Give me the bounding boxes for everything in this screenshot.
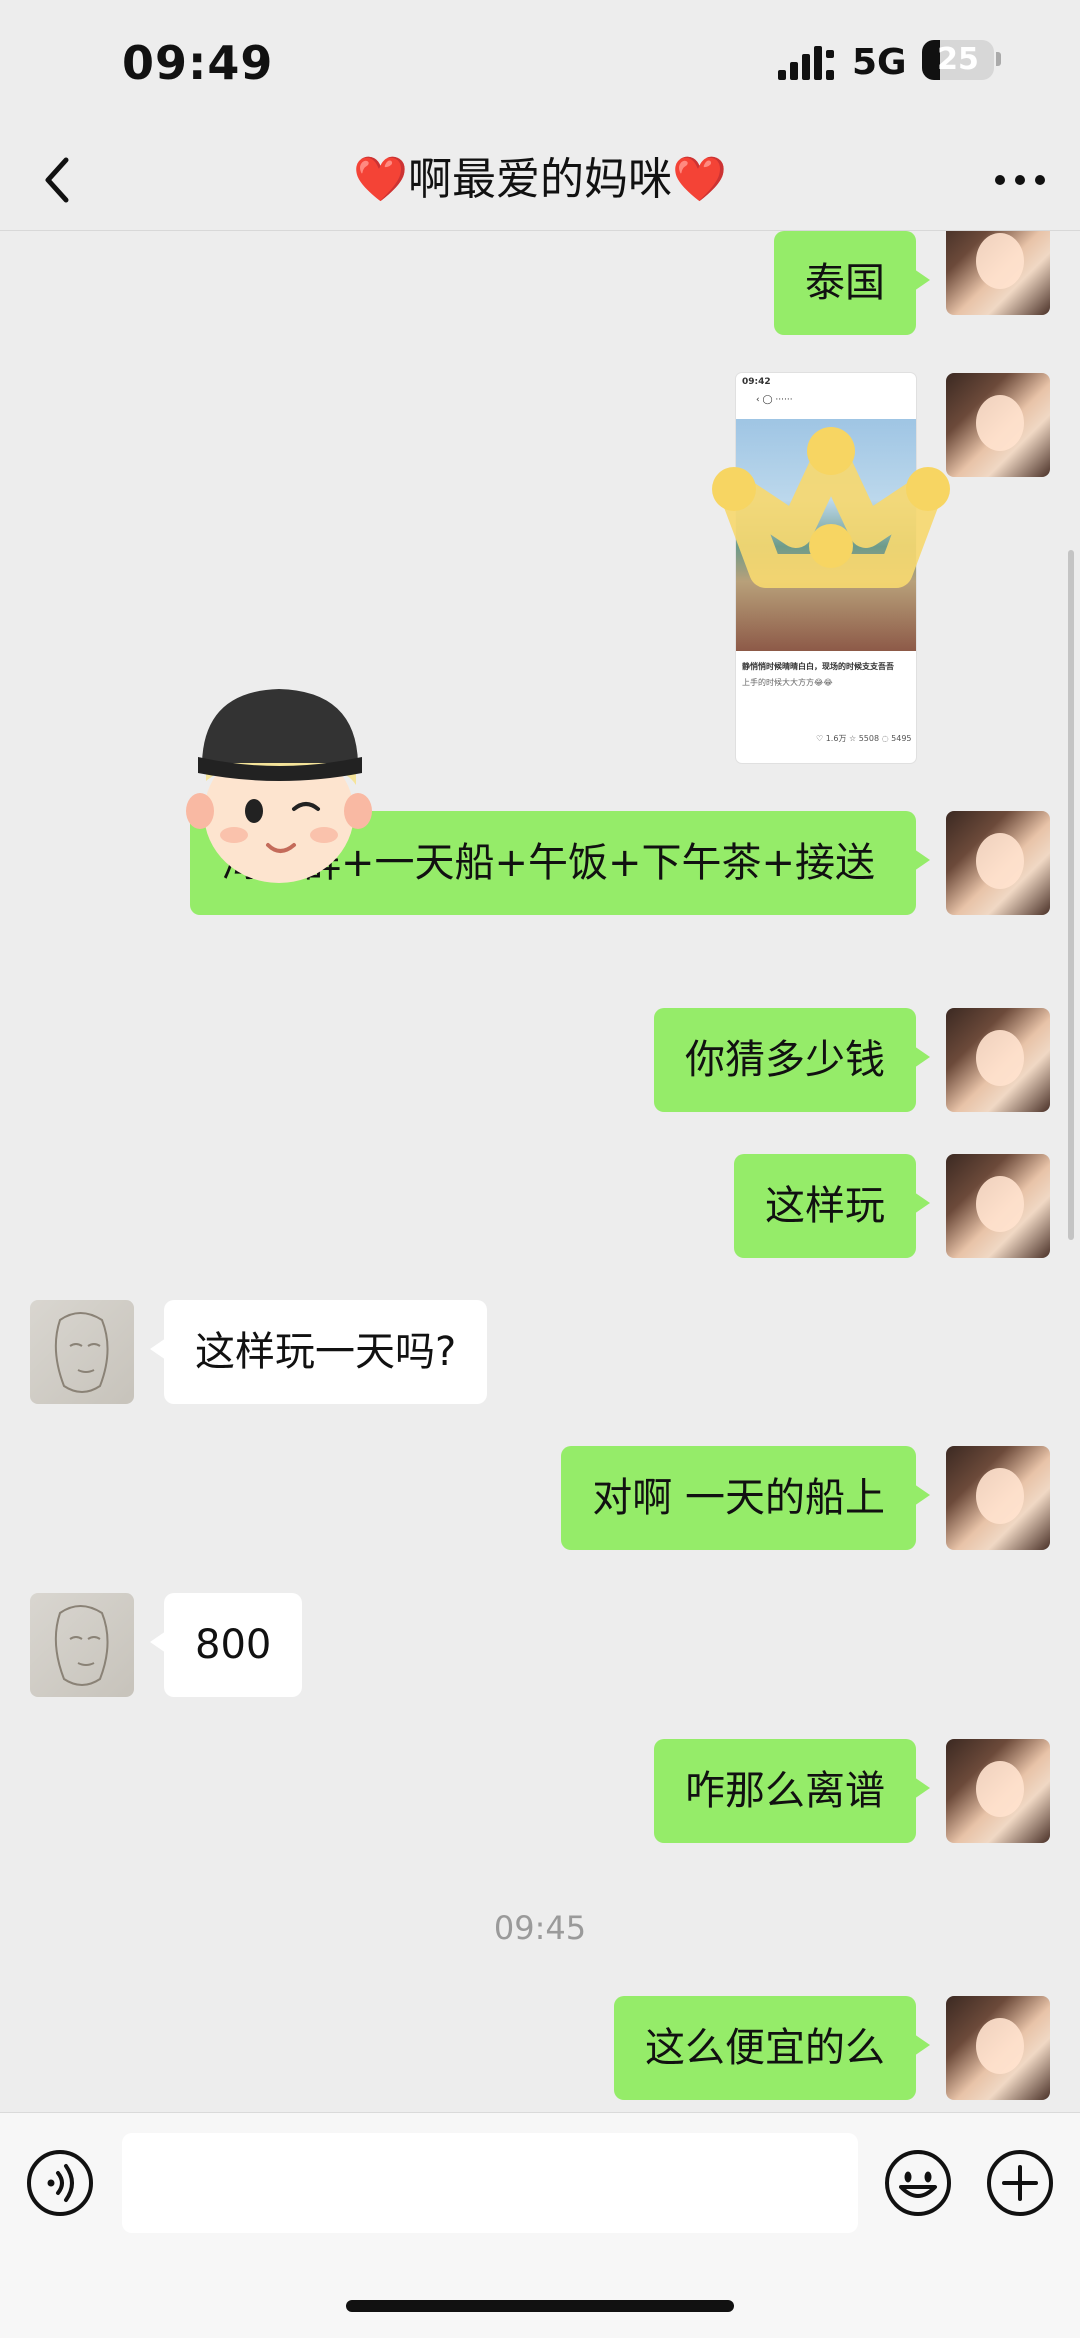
- message-row: 海岛群+一天船+午饭+下午茶+接送: [0, 811, 1080, 981]
- shot-subcaption: 上手的时候大大方方😂😂: [742, 678, 833, 687]
- crown-sticker-icon: [712, 427, 950, 588]
- message-bubble-sent[interactable]: 这么便宜的么: [614, 1996, 930, 2100]
- message-bubble-sent[interactable]: 这样玩: [734, 1154, 930, 1258]
- message-row: 对啊 一天的船上: [0, 1446, 1080, 1556]
- shot-comments: 5495: [891, 734, 912, 743]
- emoji-icon[interactable]: [882, 2147, 954, 2219]
- shot-caption: 静悄悄时候晴晴白白，现场的时候支支吾吾: [742, 662, 894, 671]
- shot-likes: 1.6万: [825, 734, 847, 743]
- message-bubble-sent[interactable]: 对啊 一天的船上: [561, 1446, 930, 1550]
- voice-icon[interactable]: [24, 2147, 96, 2219]
- battery-icon: 25: [922, 40, 994, 80]
- scrollbar[interactable]: [1068, 550, 1074, 1240]
- message-row: 这么便宜的么: [0, 1996, 1080, 2106]
- avatar-self[interactable]: [946, 1739, 1050, 1843]
- signal-icon: [778, 46, 834, 80]
- shot-time: 09:42: [742, 377, 771, 387]
- avatar-self[interactable]: [946, 1446, 1050, 1550]
- status-time: 09:49: [122, 36, 274, 90]
- shot-stars: 5508: [858, 734, 880, 743]
- boy-sticker-icon: [186, 689, 372, 883]
- message-row: 这样玩一天吗?: [0, 1300, 1080, 1410]
- chat-title: ❤️啊最爱的妈咪❤️: [180, 148, 900, 212]
- sketch-face-icon: [54, 1312, 109, 1393]
- avatar-self[interactable]: [946, 1008, 1050, 1112]
- avatar-contact[interactable]: [30, 1593, 134, 1697]
- message-row: 这样玩: [0, 1154, 1080, 1264]
- avatar-self[interactable]: [946, 811, 1050, 915]
- avatar-self[interactable]: [946, 1996, 1050, 2100]
- shot-stats: ♡ 1.6万 ☆ 5508 ◌ 5495: [816, 734, 912, 743]
- message-bubble-sent[interactable]: 你猜多少钱: [654, 1008, 930, 1112]
- heart-right: ❤️: [672, 154, 727, 205]
- heart-left: ❤️: [353, 154, 408, 205]
- message-row: 你猜多少钱: [0, 1008, 1080, 1118]
- status-bar: 09:49 5G 25: [0, 0, 1080, 130]
- message-bubble-sent[interactable]: 咋那么离谱: [654, 1739, 930, 1843]
- message-list[interactable]: 泰国 09:42 ‹ ◯ ······ 静悄悄时候晴晴白白，现场的时候支支吾吾 …: [0, 231, 1080, 2111]
- sketch-face-icon: [54, 1605, 109, 1686]
- avatar-contact[interactable]: [30, 1300, 134, 1404]
- battery-cap: [996, 52, 1001, 66]
- contact-name: 啊最爱的妈咪: [408, 154, 672, 205]
- home-indicator[interactable]: [346, 2300, 734, 2312]
- chevron-left-icon[interactable]: [30, 148, 90, 212]
- more-dots-icon[interactable]: [990, 156, 1050, 204]
- avatar-self[interactable]: [946, 231, 1050, 315]
- battery-level: 25: [937, 42, 979, 77]
- plus-icon[interactable]: [984, 2147, 1056, 2219]
- chat-header: ❤️啊最爱的妈咪❤️: [0, 130, 1080, 231]
- message-row: 咋那么离谱: [0, 1739, 1080, 1849]
- time-divider: 09:45: [493, 1909, 587, 1947]
- message-row: 800: [0, 1593, 1080, 1703]
- network-type: 5G: [852, 42, 907, 83]
- message-bubble-received[interactable]: 800: [149, 1593, 303, 1697]
- message-bubble-sent[interactable]: 泰国: [774, 231, 930, 335]
- message-input[interactable]: [122, 2133, 858, 2233]
- avatar-self[interactable]: [946, 1154, 1050, 1258]
- message-bubble-received[interactable]: 这样玩一天吗?: [149, 1300, 488, 1404]
- message-row: 泰国: [0, 231, 1080, 351]
